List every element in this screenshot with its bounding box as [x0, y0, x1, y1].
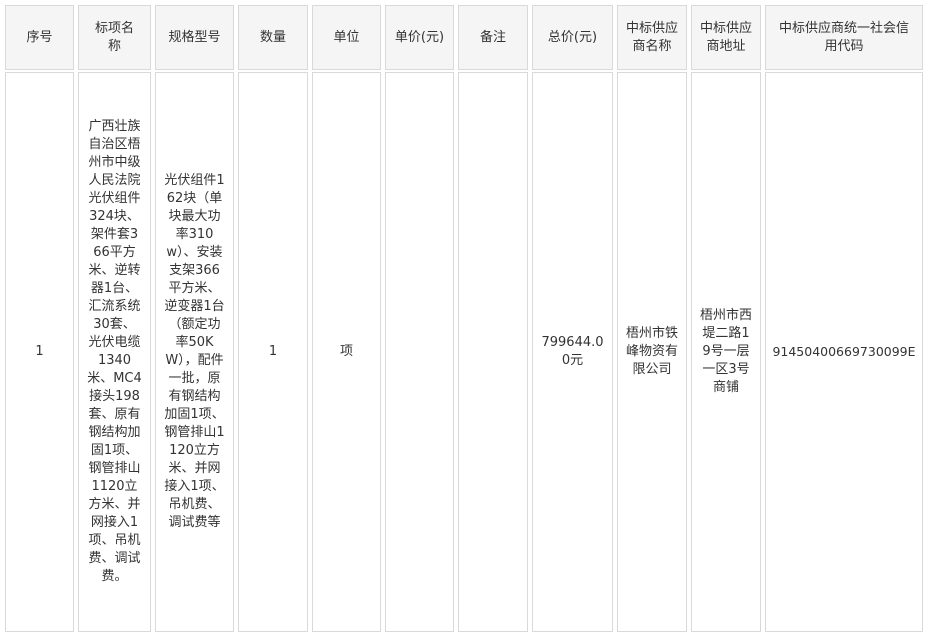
cell-supplier-address: 梧州市西堤二路19号一层一区3号商铺	[691, 72, 761, 632]
header-spec: 规格型号	[155, 5, 234, 70]
header-item-name: 标项名称	[78, 5, 151, 70]
header-supplier-address: 中标供应商地址	[691, 5, 761, 70]
header-unit-price: 单价(元)	[385, 5, 454, 70]
cell-remark	[458, 72, 528, 632]
header-total-price: 总价(元)	[532, 5, 613, 70]
header-supplier-name: 中标供应商名称	[617, 5, 687, 70]
cell-total-price: 799644.00元	[532, 72, 613, 632]
header-remark: 备注	[458, 5, 528, 70]
header-credit-code: 中标供应商统一社会信用代码	[765, 5, 923, 70]
header-unit: 单位	[312, 5, 381, 70]
cell-spec: 光伏组件162块（单块最大功率310w）、安装支架366平方米、逆变器1台（额定…	[155, 72, 234, 632]
cell-supplier-name: 梧州市铁峰物资有限公司	[617, 72, 687, 632]
header-quantity: 数量	[238, 5, 308, 70]
cell-unit-price	[385, 72, 454, 632]
cell-index: 1	[5, 72, 74, 632]
header-index: 序号	[5, 5, 74, 70]
cell-quantity: 1	[238, 72, 308, 632]
award-table: 序号 标项名称 规格型号 数量 单位 单价(元) 备注 总价(元) 中标供应商名…	[0, 0, 928, 637]
cell-unit: 项	[312, 72, 381, 632]
cell-item-name: 广西壮族自治区梧州市中级人民法院光伏组件324块、架件套366平方米、逆转器1台…	[78, 72, 151, 632]
cell-credit-code: 91450400669730099E	[765, 72, 923, 632]
